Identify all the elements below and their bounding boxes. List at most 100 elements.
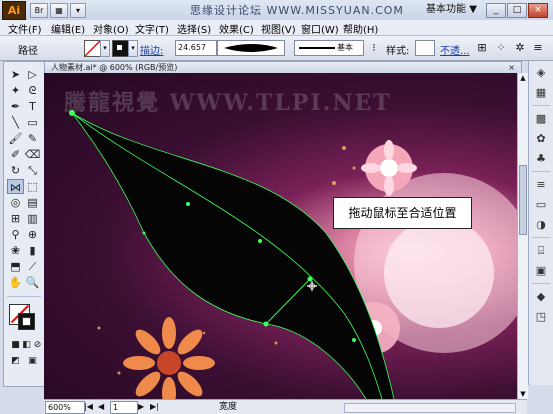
column-graph-tool-icon[interactable]: ▮ [24,243,41,258]
gradient-tool-icon[interactable]: ▥ [24,211,41,226]
previous-artboard-button[interactable]: ◀ [98,401,104,413]
stroke-panel-icon[interactable]: ≡ [532,177,550,193]
mesh-tool-icon[interactable]: ⊞ [7,211,24,226]
brush-label: 基本 [337,43,353,52]
screen-mode-icon[interactable]: ▣ [24,354,41,369]
width-tool-icon[interactable]: ⋈ [7,179,24,194]
artboard-tool-icon[interactable]: ⬒ [7,259,24,274]
brushes-icon[interactable]: ✿ [532,131,550,147]
selection-tool-icon[interactable]: ➤ [7,67,24,82]
menu-window[interactable]: 窗口(W) [301,21,339,36]
artboards-panel-icon[interactable]: ◳ [532,309,550,325]
document-title: 人物素材.ai* @ 600% (RGB/预览) [51,63,178,72]
workspace-switcher[interactable]: 基本功能 ▼ [426,3,477,16]
paintbrush-tool-icon[interactable]: 🖌 [7,131,24,146]
draw-normal-icon[interactable]: ◩ [7,354,24,369]
panel-divider [532,171,550,172]
leaf-shape[interactable] [72,113,394,399]
blend-tool-icon[interactable]: ⊕ [24,227,41,242]
panel-divider [532,105,550,106]
zoom-level-field[interactable]: 600% [45,401,85,414]
eyedropper-tool-icon[interactable]: ⚲ [7,227,24,242]
type-tool-icon[interactable]: T [24,99,41,114]
scroll-down-icon[interactable]: ▼ [518,389,528,399]
perspective-grid-tool-icon[interactable]: ▤ [24,195,41,210]
line-tool-icon[interactable]: ╲ [7,115,24,130]
dashed-line-icon[interactable]: ⁝ [366,40,382,55]
graphic-styles-icon[interactable]: ▣ [532,263,550,279]
menu-view[interactable]: 视图(V) [261,21,296,36]
fill-stroke-widget[interactable] [9,304,39,334]
stroke-weight-field[interactable]: 24.657 [175,40,217,56]
pencil-tool-icon[interactable]: ✎ [24,131,41,146]
swatches-icon[interactable]: ▩ [532,111,550,127]
menu-select[interactable]: 选择(S) [177,21,211,36]
rotate-tool-icon[interactable]: ↻ [7,163,24,178]
transform-icon[interactable]: ⊞ [474,40,490,55]
bridge-icon[interactable]: Br [30,3,48,18]
layers-panel-icon[interactable]: ◆ [532,289,550,305]
panel-divider [532,237,550,238]
close-button[interactable]: × [528,3,548,18]
menu-icon[interactable]: ≡ [530,40,546,55]
stroke-color-box[interactable] [18,313,35,330]
instruction-callout: 拖动鼠标至合适位置 [333,197,472,229]
menu-bar: 文件(F) 编辑(E) 对象(O) 文字(T) 选择(S) 效果(C) 视图(V… [0,20,553,36]
transparency-panel-icon[interactable]: ◑ [532,217,550,233]
menu-edit[interactable]: 编辑(E) [51,21,85,36]
workspace-arrange-icon[interactable]: ▾ [70,3,86,18]
opacity-link[interactable]: 不透... [440,42,470,57]
chevron-down-icon: ▼ [469,4,477,15]
artboard-canvas[interactable]: 騰龍視覺 WWW.TLPI.NET 拖动鼠标至合适位置 [44,73,517,399]
scale-tool-icon[interactable]: ⤡ [24,163,41,178]
free-transform-tool-icon[interactable]: ⬚ [24,179,41,194]
rectangle-tool-icon[interactable]: ▭ [24,115,41,130]
isolate-icon[interactable]: ⁘ [493,40,509,55]
arrange-documents-icon[interactable]: ▦ [50,3,68,18]
slice-tool-icon[interactable]: ⟋ [24,259,41,274]
lasso-tool-icon[interactable]: ᘓ [24,83,41,98]
flower-bottom-left [123,317,215,399]
menu-type[interactable]: 文字(T) [135,21,169,36]
color-panel-icon[interactable]: ◈ [532,65,550,81]
magic-wand-tool-icon[interactable]: ✦ [7,83,24,98]
symbols-icon[interactable]: ♣ [532,151,550,167]
fill-swatch[interactable] [84,40,101,57]
chevron-down-icon[interactable]: ▾ [128,40,138,57]
vertical-scrollbar[interactable]: ▲ ▼ [517,73,528,399]
shape-builder-tool-icon[interactable]: ◎ [7,195,24,210]
hand-tool-icon[interactable]: ✋ [7,275,24,290]
chevron-down-icon[interactable]: ▾ [100,40,110,57]
symbol-sprayer-tool-icon[interactable]: ❀ [7,243,24,258]
tools-panel: ➤ ▷ ✦ ᘓ ✒ T ╲ ▭ 🖌 ✎ ✐ ⌫ ↻ ⤡ ⋈ ⬚ ◎ ▤ ⊞ ▥ … [3,61,45,387]
minimize-button[interactable]: _ [486,3,506,18]
gradient-panel-icon[interactable]: ▭ [532,197,550,213]
horizontal-scrollbar[interactable] [344,403,516,413]
eraser-tool-icon[interactable]: ⌫ [24,147,41,162]
scroll-thumb[interactable] [519,165,527,235]
pen-tool-icon[interactable]: ✒ [7,99,24,114]
last-artboard-button[interactable]: ▶| [150,401,159,413]
color-guide-icon[interactable]: ▦ [532,85,550,101]
menu-help[interactable]: 帮助(H) [343,21,378,36]
artboard-number-field[interactable]: 1 [110,401,138,414]
variable-width-profile[interactable] [217,40,285,56]
appearance-panel-icon[interactable]: ⌸ [532,243,550,259]
restore-button[interactable]: □ [507,3,527,18]
gear-icon[interactable]: ✲ [512,40,528,55]
style-swatch[interactable] [415,40,435,56]
stroke-swatch[interactable] [112,40,129,57]
blob-brush-tool-icon[interactable]: ✐ [7,147,24,162]
menu-object[interactable]: 对象(O) [93,21,129,36]
first-artboard-button[interactable]: |◀ [84,401,93,413]
direct-selection-tool-icon[interactable]: ▷ [24,67,41,82]
menu-effect[interactable]: 效果(C) [219,21,254,36]
stroke-panel-link[interactable]: 描边: [140,42,163,57]
next-artboard-button[interactable]: ▶ [138,401,144,413]
brush-definition[interactable]: 基本 [294,40,364,56]
selection-type-label: 路径 [18,46,38,57]
white-glow [384,218,494,328]
zoom-tool-icon[interactable]: 🔍 [24,275,41,290]
menu-file[interactable]: 文件(F) [8,21,42,36]
scroll-up-icon[interactable]: ▲ [518,73,528,83]
